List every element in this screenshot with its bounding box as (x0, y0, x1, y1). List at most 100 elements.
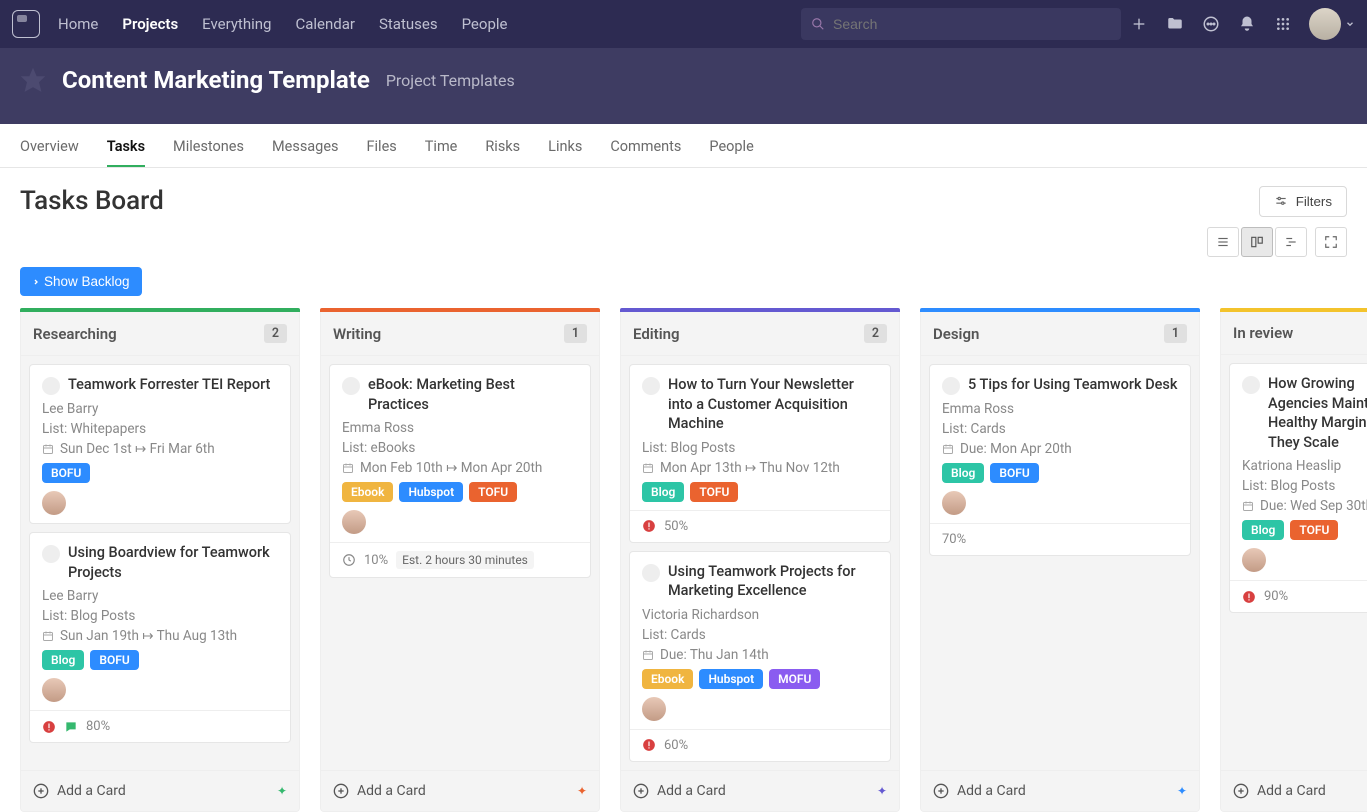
add-card-button[interactable]: Add a Card✦ (920, 771, 1200, 812)
tag[interactable]: Hubspot (699, 669, 763, 689)
card-date: Mon Feb 10th ↦ Mon Apr 20th (342, 460, 578, 476)
task-card[interactable]: Using Boardview for Teamwork Projects Le… (29, 532, 291, 743)
tag[interactable]: Blog (42, 650, 84, 670)
nav-link-projects[interactable]: Projects (122, 15, 178, 33)
assignee-avatar[interactable] (1242, 548, 1266, 572)
tag[interactable]: MOFU (769, 669, 820, 689)
column-header[interactable]: Editing2 (620, 312, 900, 356)
folder-icon[interactable] (1157, 6, 1193, 42)
card-tags: BOFU (42, 463, 278, 483)
calendar-icon (942, 443, 954, 455)
search-box[interactable] (801, 8, 1121, 40)
nav-link-calendar[interactable]: Calendar (295, 15, 355, 33)
filters-button[interactable]: Filters (1259, 186, 1347, 217)
apps-icon[interactable] (1265, 6, 1301, 42)
tag[interactable]: Blog (1242, 520, 1284, 540)
column-header[interactable]: Design1 (920, 312, 1200, 356)
view-expand-button[interactable] (1315, 227, 1347, 257)
add-icon[interactable] (1121, 6, 1157, 42)
add-card-button[interactable]: Add a Card✦ (1220, 771, 1367, 812)
column-body: Teamwork Forrester TEI Report Lee Barry … (20, 356, 300, 771)
task-card[interactable]: Teamwork Forrester TEI Report Lee Barry … (29, 364, 291, 524)
card-owner: Emma Ross (942, 401, 1178, 417)
tab-comments[interactable]: Comments (610, 124, 681, 167)
column-header[interactable]: Writing1 (320, 312, 600, 356)
user-menu[interactable] (1301, 8, 1355, 40)
view-list-button[interactable] (1207, 227, 1239, 257)
nav-link-statuses[interactable]: Statuses (379, 15, 438, 33)
task-card[interactable]: How to Turn Your Newsletter into a Custo… (629, 364, 891, 543)
tag[interactable]: Ebook (642, 669, 693, 689)
warning-icon (642, 519, 656, 533)
column-handle-icon[interactable]: ✦ (577, 784, 587, 798)
tab-links[interactable]: Links (548, 124, 582, 167)
tag[interactable]: TOFU (690, 482, 738, 502)
assignee-avatar[interactable] (42, 491, 66, 515)
card-title: Teamwork Forrester TEI Report (68, 375, 270, 395)
add-card-button[interactable]: Add a Card✦ (320, 771, 600, 812)
view-gantt-button[interactable] (1275, 227, 1307, 257)
nav-link-home[interactable]: Home (58, 15, 98, 33)
comment-icon (64, 720, 78, 734)
search-input[interactable] (833, 16, 1111, 32)
complete-toggle[interactable] (1242, 376, 1260, 394)
add-card-button[interactable]: Add a Card✦ (620, 771, 900, 812)
complete-toggle[interactable] (42, 545, 60, 563)
assignee-avatar[interactable] (642, 697, 666, 721)
tag[interactable]: BOFU (990, 463, 1038, 483)
tab-files[interactable]: Files (367, 124, 397, 167)
column-handle-icon[interactable]: ✦ (277, 784, 287, 798)
column-handle-icon[interactable]: ✦ (877, 784, 887, 798)
card-tags: Ebook Hubspot MOFU (642, 669, 878, 689)
complete-toggle[interactable] (42, 377, 60, 395)
assignee-avatar[interactable] (342, 510, 366, 534)
column-name: Design (933, 325, 979, 343)
task-card[interactable]: How Growing Agencies Maintain Healthy Ma… (1229, 363, 1367, 613)
chat-icon[interactable] (1193, 6, 1229, 42)
card-tags: Blog TOFU (1242, 520, 1367, 540)
logo[interactable] (12, 10, 40, 38)
complete-toggle[interactable] (642, 564, 660, 582)
tab-risks[interactable]: Risks (485, 124, 520, 167)
tag[interactable]: TOFU (469, 482, 517, 502)
tag[interactable]: Blog (942, 463, 984, 483)
assignee-avatar[interactable] (942, 491, 966, 515)
tab-time[interactable]: Time (425, 124, 458, 167)
project-subtitle[interactable]: Project Templates (386, 71, 515, 90)
task-card[interactable]: Using Teamwork Projects for Marketing Ex… (629, 551, 891, 762)
task-card[interactable]: 5 Tips for Using Teamwork Desk Emma Ross… (929, 364, 1191, 556)
column-header[interactable]: Researching2 (20, 312, 300, 356)
card-date: Sun Jan 19th ↦ Thu Aug 13th (42, 628, 278, 644)
star-icon[interactable] (20, 67, 46, 93)
tag[interactable]: Ebook (342, 482, 393, 502)
view-board-button[interactable] (1241, 227, 1273, 257)
tab-milestones[interactable]: Milestones (173, 124, 244, 167)
assignee-avatar[interactable] (42, 678, 66, 702)
tab-overview[interactable]: Overview (20, 124, 79, 167)
nav-link-everything[interactable]: Everything (202, 15, 271, 33)
card-footer: 90% (1230, 580, 1367, 612)
tab-people[interactable]: People (709, 124, 753, 167)
column-header[interactable]: In review (1220, 312, 1367, 355)
complete-toggle[interactable] (642, 377, 660, 395)
card-owner: Emma Ross (342, 420, 578, 436)
complete-toggle[interactable] (342, 377, 360, 395)
tag[interactable]: Hubspot (399, 482, 463, 502)
tag[interactable]: Blog (642, 482, 684, 502)
column-name: Writing (333, 325, 381, 343)
section-tabs: Overview Tasks Milestones Messages Files Time… (0, 124, 1367, 168)
tag[interactable]: BOFU (90, 650, 138, 670)
complete-toggle[interactable] (942, 377, 960, 395)
add-card-button[interactable]: Add a Card✦ (20, 771, 300, 812)
bell-icon[interactable] (1229, 6, 1265, 42)
tab-tasks[interactable]: Tasks (107, 124, 145, 167)
show-backlog-button[interactable]: Show Backlog (20, 267, 142, 296)
nav-link-people[interactable]: People (462, 15, 508, 33)
tab-messages[interactable]: Messages (272, 124, 339, 167)
task-card[interactable]: eBook: Marketing Best Practices Emma Ros… (329, 364, 591, 578)
tag[interactable]: TOFU (1290, 520, 1338, 540)
column-count: 2 (864, 324, 887, 343)
tag[interactable]: BOFU (42, 463, 90, 483)
column-handle-icon[interactable]: ✦ (1177, 784, 1187, 798)
column-body: 5 Tips for Using Teamwork Desk Emma Ross… (920, 356, 1200, 771)
